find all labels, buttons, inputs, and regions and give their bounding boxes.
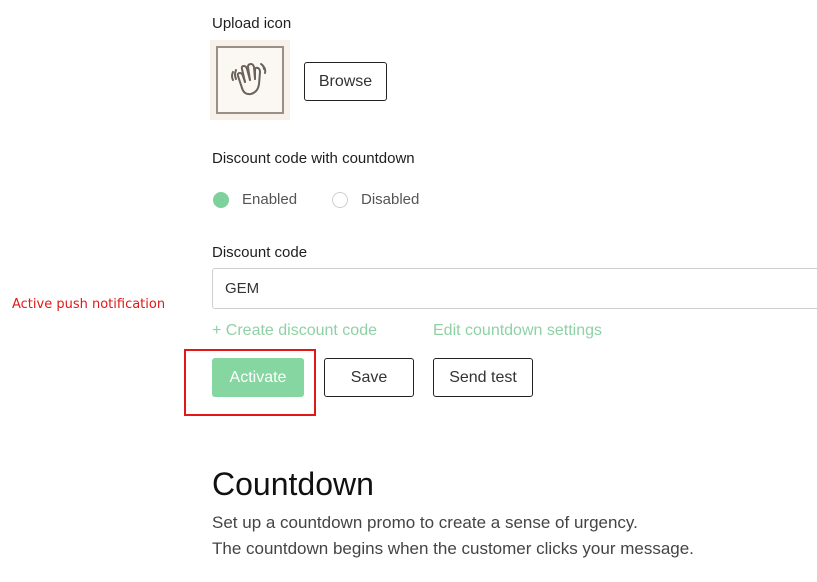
waving-hand-icon xyxy=(216,46,284,114)
radio-disabled-label: Disabled xyxy=(361,191,420,208)
discount-countdown-label: Discount code with countdown xyxy=(212,150,415,167)
upload-icon-label: Upload icon xyxy=(212,15,292,32)
icon-preview xyxy=(210,40,290,120)
radio-enabled-label: Enabled xyxy=(242,191,298,208)
create-discount-link[interactable]: + Create discount code xyxy=(212,322,377,340)
edit-countdown-link[interactable]: Edit countdown settings xyxy=(433,322,602,340)
countdown-description-line2: The countdown begins when the customer c… xyxy=(212,539,694,558)
activate-button[interactable]: Activate xyxy=(212,358,304,397)
browse-button[interactable]: Browse xyxy=(304,62,387,101)
save-button[interactable]: Save xyxy=(324,358,414,397)
discount-code-label: Discount code xyxy=(212,244,308,261)
send-test-button[interactable]: Send test xyxy=(433,358,533,397)
countdown-description-line1: Set up a countdown promo to create a sen… xyxy=(212,513,638,532)
countdown-heading: Countdown xyxy=(212,466,374,502)
annotation-text: Active push notification xyxy=(12,297,166,312)
radio-enabled[interactable]: Enabled xyxy=(213,191,297,208)
discount-code-input[interactable] xyxy=(212,268,817,309)
radio-disabled-indicator[interactable] xyxy=(332,191,348,208)
radio-enabled-indicator[interactable] xyxy=(213,191,229,208)
radio-disabled[interactable]: Disabled xyxy=(332,191,419,208)
